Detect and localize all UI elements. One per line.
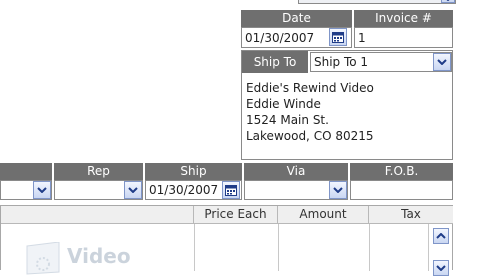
- chevron-up-icon: [436, 233, 446, 239]
- chevron-down-icon: [37, 187, 47, 193]
- chevron-down-icon: [437, 59, 447, 65]
- watermark-text: Video: [67, 244, 131, 268]
- column-divider: [278, 224, 279, 271]
- column-header-description: [1, 206, 194, 224]
- address-line: 1524 Main St.: [246, 113, 329, 127]
- invoice-number-header: Invoice #: [354, 10, 453, 27]
- ship-to-select[interactable]: Ship To 1: [310, 52, 452, 72]
- column-header-amount: Amount: [278, 206, 369, 224]
- via-header: Via: [244, 163, 348, 180]
- video-watermark: Video: [23, 240, 163, 280]
- address-line: Lakewood, CO 80215: [246, 129, 374, 143]
- date-value: 01/30/2007: [245, 31, 315, 45]
- address-line: Eddie's Rewind Video: [246, 81, 374, 95]
- fob-header: F.O.B.: [350, 163, 453, 180]
- ship-date-header: Ship: [145, 163, 242, 180]
- rep-dropdown-button[interactable]: [124, 181, 142, 199]
- calendar-icon: [225, 185, 237, 196]
- film-icon: [26, 242, 60, 275]
- scroll-up-button[interactable]: [433, 228, 449, 244]
- rep-select[interactable]: [54, 180, 143, 200]
- ship-date-calendar-button[interactable]: [222, 181, 240, 199]
- chevron-down-icon: [436, 265, 446, 271]
- fob-field[interactable]: [350, 180, 453, 200]
- ship-date-value: 01/30/2007: [149, 183, 219, 197]
- date-calendar-button[interactable]: [329, 28, 347, 46]
- address-line: Eddie Winde: [246, 97, 321, 111]
- ship-to-selected: Ship To 1: [314, 55, 369, 69]
- column-divider: [194, 224, 195, 271]
- terms-first-dropdown-button[interactable]: [33, 181, 51, 199]
- via-dropdown-button[interactable]: [329, 181, 347, 199]
- chevron-down-icon: [128, 187, 138, 193]
- top-combo[interactable]: ...: [298, 0, 456, 4]
- ship-to-address: Eddie's Rewind Video Eddie Winde 1524 Ma…: [246, 80, 446, 144]
- rep-header: Rep: [54, 163, 143, 180]
- invoice-number-field[interactable]: 1: [354, 27, 453, 48]
- line-items-grid: Price Each Amount Tax Video: [0, 205, 453, 276]
- column-header-tax: Tax: [369, 206, 453, 224]
- chevron-down-icon: [447, 0, 449, 1]
- ship-to-panel: Ship To Ship To 1 Eddie's Rewind Video E…: [241, 50, 453, 160]
- column-divider: [369, 224, 370, 271]
- via-select[interactable]: [244, 180, 348, 200]
- terms-first-select[interactable]: [0, 180, 52, 200]
- chevron-down-icon: [333, 187, 343, 193]
- top-combo-value: ...: [302, 0, 312, 3]
- column-header-price-each: Price Each: [194, 206, 278, 224]
- column-divider: [428, 224, 429, 271]
- date-header: Date: [241, 10, 352, 27]
- invoice-number-value: 1: [358, 31, 366, 45]
- ship-to-label: Ship To: [242, 51, 308, 73]
- ship-to-dropdown-button[interactable]: [433, 53, 451, 71]
- scroll-down-button[interactable]: [433, 260, 449, 276]
- terms-first-header: [0, 163, 52, 180]
- calendar-icon: [332, 32, 344, 43]
- top-combo-dropdown-button[interactable]: [441, 0, 455, 3]
